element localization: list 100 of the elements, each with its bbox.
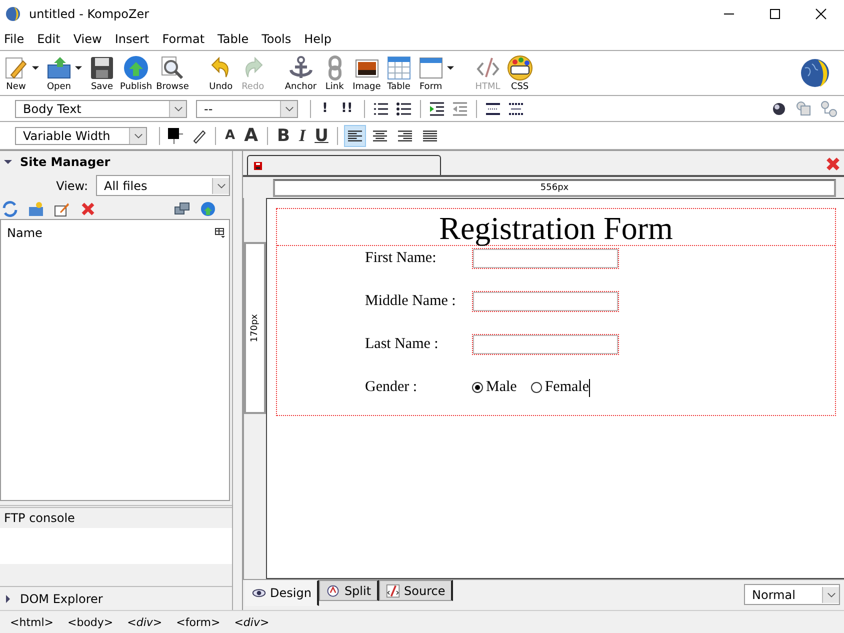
field-label: Gender : [365, 379, 418, 396]
paragraph-style-select[interactable]: Body Text [15, 100, 187, 118]
pencil-paper-icon [3, 54, 29, 80]
numbered-list-icon[interactable] [372, 100, 389, 116]
panel-header[interactable]: DOM Explorer [0, 586, 232, 610]
radio-option[interactable]: Male [472, 379, 517, 396]
view-tab[interactable]: Source [379, 580, 454, 601]
document-icon [254, 162, 262, 170]
folder-icon [46, 54, 72, 80]
chevron-down-icon [284, 106, 294, 112]
view-tab[interactable]: Design [245, 580, 320, 606]
font-size-button[interactable]: A [222, 126, 238, 146]
width-ruler: 556px [273, 178, 836, 196]
globe-logo-icon [800, 58, 830, 88]
horizontal-lines-icon[interactable] [508, 100, 524, 116]
menu-item[interactable]: Format [157, 32, 210, 46]
emphasis-button[interactable]: !! [336, 98, 358, 118]
toolbar-button[interactable]: Browse [154, 54, 191, 92]
window-title: untitled - KompoZer [29, 7, 150, 21]
font-size-select[interactable]: -- [196, 100, 298, 118]
indent-icon[interactable] [428, 100, 445, 116]
refresh-icon[interactable] [2, 201, 18, 217]
menu-item[interactable]: Tools [256, 32, 296, 46]
menu-item[interactable]: Edit [32, 32, 66, 46]
edit-icon[interactable] [54, 201, 70, 217]
emphasis-button[interactable]: ! [317, 98, 333, 118]
toolbar-button[interactable]: Table [382, 54, 415, 92]
text-style-button[interactable]: U [312, 126, 332, 146]
new-folder-icon[interactable] [28, 201, 44, 217]
chevron-down-icon [174, 106, 182, 112]
table-icon [386, 54, 412, 80]
delete-icon[interactable] [80, 201, 96, 217]
text-color-icon[interactable] [168, 128, 184, 144]
globe-logo-icon [5, 6, 21, 22]
column-header[interactable]: Name [7, 226, 42, 240]
element-path-item[interactable]: <body> [68, 616, 114, 628]
panel-header[interactable]: Site Manager [0, 151, 232, 173]
toolbar-button[interactable]: Form [414, 54, 447, 92]
view-tab[interactable]: Split [319, 580, 380, 601]
chevron-down-icon [216, 182, 226, 188]
menu-item[interactable]: View [68, 32, 107, 46]
column-picker-icon[interactable] [215, 228, 225, 238]
align-justify-icon [423, 128, 438, 142]
window-icon [418, 54, 444, 80]
toolbar-button[interactable]: Anchor [282, 54, 319, 92]
chevron-down-icon [826, 592, 836, 598]
form-title: Registration Form [277, 209, 835, 246]
align-left-button[interactable] [344, 124, 366, 146]
radio-button[interactable] [530, 382, 542, 393]
code-page-icon [386, 584, 400, 598]
text-input-field[interactable] [472, 334, 619, 355]
toolbar-button[interactable]: Save [86, 54, 118, 92]
align-left-icon [348, 128, 362, 142]
text-input-field[interactable] [472, 291, 619, 312]
dropdown-arrow-icon[interactable] [32, 66, 39, 70]
toolbar-button[interactable]: Open [43, 54, 75, 92]
outdent-icon[interactable] [452, 100, 468, 116]
globe-icon [123, 54, 150, 80]
toolbar-button[interactable]: New [0, 54, 32, 92]
display-mode-select[interactable]: Normal [744, 584, 840, 605]
bullet-list-icon[interactable] [396, 100, 412, 116]
element-path-item[interactable]: <div> [234, 616, 270, 628]
height-ruler: 170px [244, 242, 266, 414]
align-center-icon [373, 128, 388, 142]
text-style-button[interactable]: B [274, 126, 293, 146]
toolbar-button[interactable]: CSS [504, 54, 536, 92]
field-label: Middle Name : [365, 293, 457, 310]
eraser-pencil-icon[interactable] [191, 128, 207, 144]
maximize-icon[interactable] [769, 8, 781, 20]
radio-button[interactable] [472, 382, 483, 393]
toolbar-button[interactable]: Image [350, 54, 383, 92]
eye-icon [252, 586, 266, 600]
overlap-squares-icon[interactable] [796, 100, 812, 116]
view-select[interactable]: All files [96, 175, 230, 196]
menu-item[interactable]: Insert [110, 32, 154, 46]
connected-circles-icon[interactable] [821, 100, 837, 116]
magnifier-icon [159, 54, 186, 80]
horizontal-lines-icon[interactable] [484, 100, 501, 116]
toolbar-button[interactable]: Link [318, 54, 351, 92]
font-size-button[interactable]: A [241, 126, 261, 146]
field-label: First Name: [365, 250, 438, 267]
menu-item[interactable]: Table [212, 32, 254, 46]
menu-item[interactable]: File [0, 32, 30, 46]
dropdown-arrow-icon[interactable] [446, 66, 454, 70]
toolbar-button[interactable]: Publish [118, 54, 154, 92]
dropdown-arrow-icon[interactable] [75, 66, 82, 70]
radio-option[interactable]: Female [530, 379, 589, 396]
toolbar-button[interactable]: Undo [204, 54, 237, 92]
globe-icon[interactable] [200, 201, 216, 217]
document-tab[interactable] [247, 155, 441, 175]
computers-icon[interactable] [174, 201, 190, 217]
element-path-item[interactable]: <html> [10, 616, 54, 628]
text-style-button[interactable]: I [296, 126, 309, 146]
font-select[interactable]: Variable Width [15, 126, 147, 144]
text-input-field[interactable] [472, 248, 619, 269]
element-path-item[interactable]: <div> [127, 616, 162, 628]
chevron-down-icon [134, 132, 142, 138]
element-path-item[interactable]: <form> [176, 616, 220, 628]
close-icon[interactable] [815, 8, 827, 20]
menu-item[interactable]: Help [299, 32, 336, 46]
